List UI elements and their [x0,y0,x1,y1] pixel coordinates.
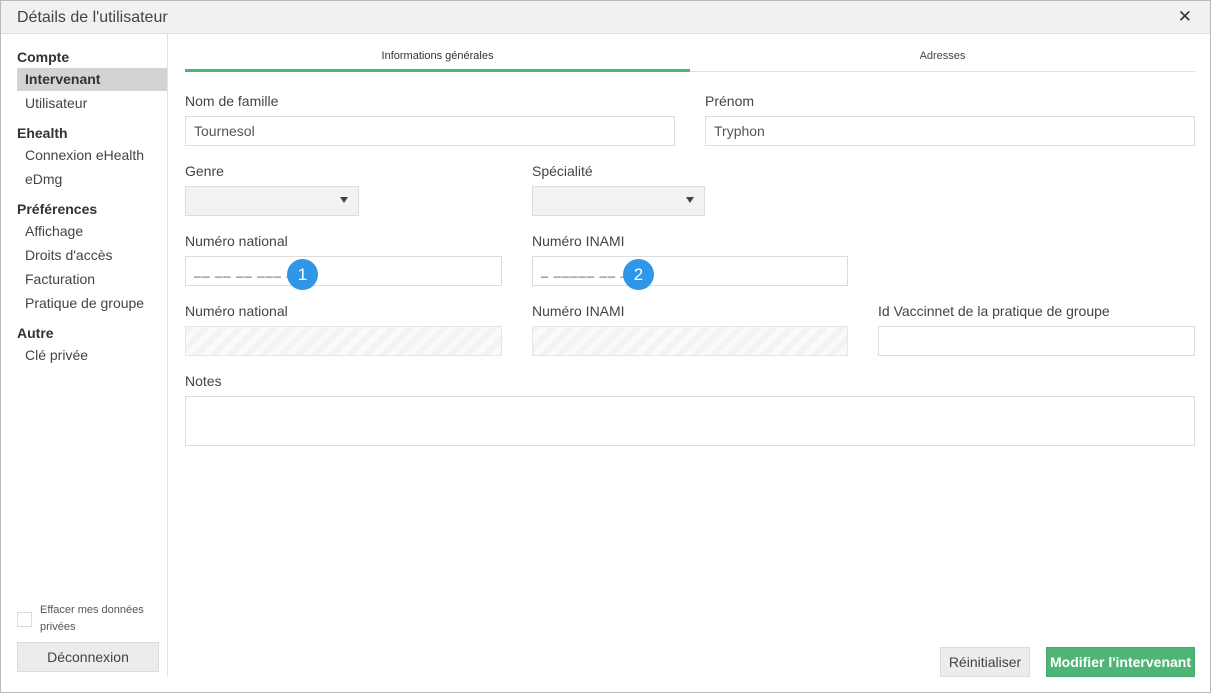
sidebar-section-ehealth: Ehealth [17,125,68,141]
sidebar-item-intervenant[interactable]: Intervenant [17,68,167,91]
reset-button[interactable]: Réinitialiser [940,647,1030,677]
vaccinnet-id-label: Id Vaccinnet de la pratique de groupe [878,303,1110,319]
vaccinnet-id-field[interactable] [878,326,1195,356]
sidebar: Compte Intervenant Utilisateur Ehealth C… [1,34,168,676]
national-number-label: Numéro national [185,233,288,249]
sidebar-item-utilisateur[interactable]: Utilisateur [17,92,167,115]
sidebar-item-facturation[interactable]: Facturation [17,268,167,291]
dialog-title: Détails de l'utilisateur [17,9,168,26]
first-name-label: Prénom [705,93,755,109]
close-icon[interactable]: ✕ [1178,8,1192,26]
sidebar-item-affichage[interactable]: Affichage [17,220,167,243]
notes-textarea[interactable] [185,396,1195,446]
gender-select[interactable] [185,186,359,216]
chevron-down-icon [686,197,694,203]
tab-adresses[interactable]: Adresses [690,45,1195,72]
logout-button[interactable]: Déconnexion [17,642,159,672]
sidebar-item-pratique-de-groupe[interactable]: Pratique de groupe [17,292,167,315]
tab-bar: Informations générales Adresses [185,45,1195,72]
gender-label: Genre [185,163,224,179]
sidebar-section-autre: Autre [17,325,54,341]
tab-informations-generales[interactable]: Informations générales [185,45,690,72]
specialty-label: Spécialité [532,163,593,179]
sidebar-item-connexion-ehealth[interactable]: Connexion eHealth [17,144,167,167]
first-name-field[interactable]: Tryphon [705,116,1195,146]
sidebar-section-compte: Compte [17,49,70,65]
wipe-data-checkbox[interactable] [17,612,32,627]
wipe-data-label: Effacer mes données privées [40,604,144,633]
sidebar-item-edmg[interactable]: eDmg [17,168,167,191]
national-number-readonly-field [185,326,502,356]
inami-number-readonly-field [532,326,848,356]
sidebar-item-droits-acces[interactable]: Droits d'accès [17,244,167,267]
last-name-label: Nom de famille [185,93,279,109]
national-number-readonly-label: Numéro national [185,303,288,319]
annotation-badge-2: 2 [623,259,654,290]
inami-number-field[interactable]: _ _____ __ ___ [532,256,848,286]
sidebar-item-cle-privee[interactable]: Clé privée [17,344,167,367]
sidebar-section-preferences: Préférences [17,201,98,217]
national-number-field[interactable]: __ __ __ ___ __ [185,256,502,286]
inami-number-readonly-label: Numéro INAMI [532,303,625,319]
notes-label: Notes [185,373,222,389]
specialty-select[interactable] [532,186,705,216]
annotation-badge-1: 1 [287,259,318,290]
modify-intervenant-button[interactable]: Modifier l'intervenant [1046,647,1195,677]
chevron-down-icon [340,197,348,203]
last-name-field[interactable]: Tournesol [185,116,675,146]
inami-number-label: Numéro INAMI [532,233,625,249]
user-details-dialog: Détails de l'utilisateur ✕ Compte Interv… [0,0,1211,693]
title-bar: Détails de l'utilisateur ✕ [1,1,1210,34]
